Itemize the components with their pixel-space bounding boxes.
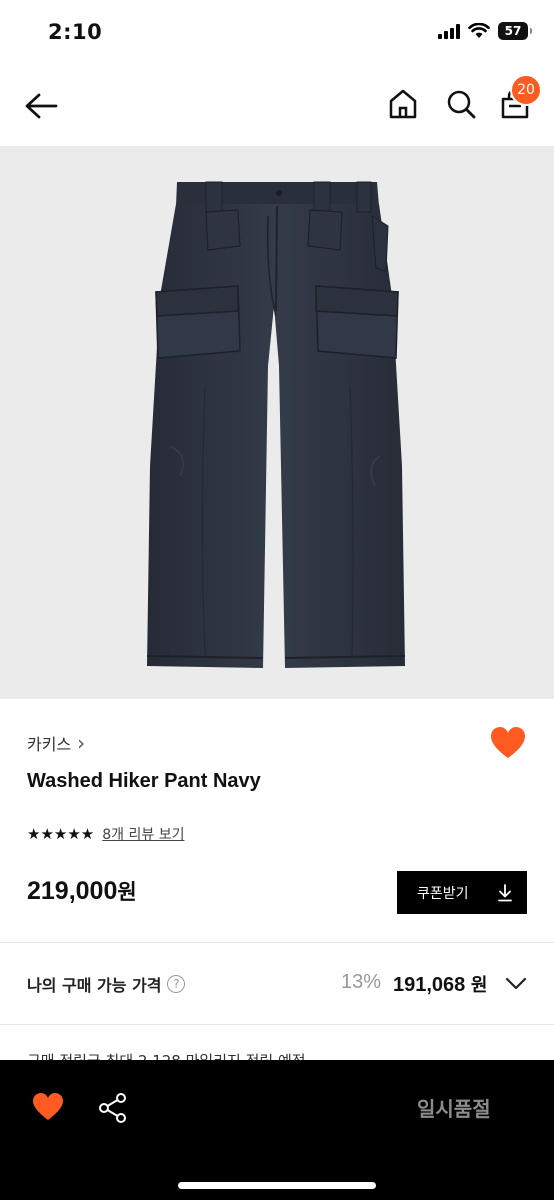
price-unit: 원: [117, 880, 137, 904]
chevron-right-icon: ›: [77, 731, 86, 755]
status-bar: 2:10 57: [0, 0, 554, 66]
product-name: Washed Hiker Pant Navy: [27, 770, 261, 792]
product-image[interactable]: [0, 146, 554, 699]
star-rating: ★★★★★: [27, 825, 95, 843]
discounted-price: 191,068 원: [393, 971, 487, 997]
navy-pants-illustration: [146, 181, 406, 668]
discounted-price-value: 191,068: [393, 974, 466, 996]
product-price: 219,000원: [27, 876, 137, 906]
home-icon[interactable]: [386, 86, 420, 122]
share-icon[interactable]: [98, 1092, 128, 1124]
back-arrow-icon[interactable]: [22, 88, 60, 124]
question-circle-icon[interactable]: ?: [167, 975, 186, 993]
battery-icon: 57: [498, 22, 532, 40]
heart-icon[interactable]: [32, 1092, 64, 1122]
coupon-button[interactable]: 쿠폰받기: [397, 871, 527, 914]
divider: [0, 942, 554, 943]
rating-row: ★★★★★ 8개 리뷰 보기: [27, 824, 184, 844]
status-time: 2:10: [48, 20, 103, 44]
battery-level: 57: [504, 24, 522, 38]
cellular-signal-icon: [438, 23, 460, 39]
soldout-label: 일시품절: [417, 1097, 491, 1121]
price-value: 219,000: [27, 877, 118, 905]
brand-name: 카키스: [27, 735, 72, 754]
download-icon: [498, 883, 512, 901]
heart-icon[interactable]: [490, 726, 526, 760]
bottom-action-bar: 일시품절: [0, 1060, 554, 1200]
my-price-label: 나의 구매 가능 가격 ?: [27, 972, 186, 996]
chevron-down-icon[interactable]: [505, 975, 527, 991]
cart-count-badge: 20: [510, 74, 542, 106]
wifi-icon: [468, 23, 490, 38]
coupon-button-label: 쿠폰받기: [417, 885, 469, 902]
brand-link[interactable]: 카키스 ›: [27, 731, 85, 755]
home-indicator: [178, 1182, 376, 1189]
review-link[interactable]: 8개 리뷰 보기: [102, 824, 184, 844]
status-icons: 57: [438, 22, 532, 40]
search-icon[interactable]: [444, 86, 478, 122]
my-price-label-text: 나의 구매 가능 가격: [27, 976, 162, 995]
divider: [0, 1024, 554, 1025]
top-nav-bar: [0, 66, 554, 146]
discount-rate: 13%: [341, 971, 382, 993]
my-price-row[interactable]: 나의 구매 가능 가격 ? 13% 191,068 원: [0, 944, 554, 1024]
discounted-price-unit: 원: [470, 975, 488, 996]
